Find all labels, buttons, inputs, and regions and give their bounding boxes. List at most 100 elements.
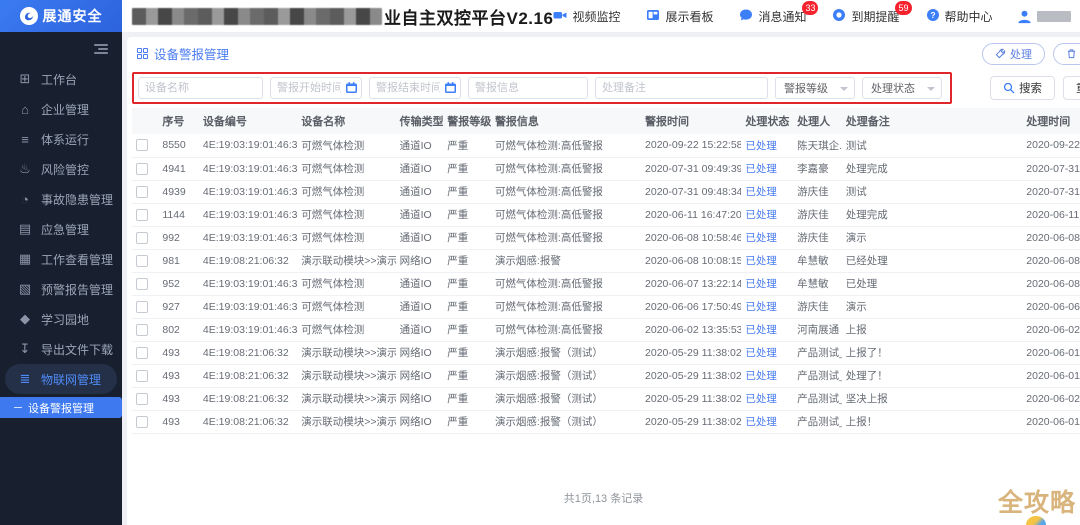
sidebar-item-study[interactable]: ◆ 学习园地 <box>0 304 122 334</box>
row-checkbox-cell <box>132 203 159 227</box>
cell-status[interactable]: 已处理 <box>741 364 794 388</box>
handle-status-select[interactable]: 处理状态 <box>862 77 942 99</box>
row-checkbox[interactable] <box>136 277 148 290</box>
table-row: 8550 4E:19:03:19:01:46:3 可燃气体检测 通道IO 严重 可燃气体检… <box>132 134 1080 158</box>
page-title: 设备警报管理 <box>154 48 230 62</box>
cell-alarm-time: 2020-06-08 10:58:46 <box>641 226 742 250</box>
alarm-info-input[interactable] <box>468 77 588 99</box>
row-checkbox[interactable] <box>136 139 148 152</box>
sidebar-item-risk-control[interactable]: ♨ 风险管控 <box>0 154 122 184</box>
cell-level: 严重 <box>443 387 491 411</box>
cell-status[interactable]: 已处理 <box>741 387 794 411</box>
sidebar-item-device-alarm-management[interactable]: 设备警报管理 <box>0 397 122 418</box>
cell-device-id: 4E:19:03:19:01:46:3 <box>198 203 298 227</box>
process-button[interactable]: 处理 <box>982 42 1045 65</box>
row-checkbox[interactable] <box>136 323 148 336</box>
sidebar-item-enterprise[interactable]: ⌂ 企业管理 <box>0 94 122 124</box>
reset-button[interactable]: 重置 <box>1063 76 1080 100</box>
nav-item-video-monitor[interactable]: 视频监控 <box>553 8 620 25</box>
row-checkbox[interactable] <box>136 185 148 198</box>
search-button[interactable]: 搜索 <box>990 76 1055 100</box>
row-checkbox[interactable] <box>136 392 148 405</box>
sidebar-item-warning-report[interactable]: ▧ 预警报告管理 <box>0 274 122 304</box>
nav-item-display-board[interactable]: 展示看板 <box>646 8 713 25</box>
handle-remark-input[interactable] <box>595 77 768 99</box>
sidebar-item-system-run[interactable]: ≡ 体系运行 <box>0 124 122 154</box>
cell-alarm-time: 2020-05-29 11:38:02 <box>641 364 742 388</box>
cell-handle-time: 2020-06-02 14:48:4 <box>1022 318 1080 342</box>
nav-item-reminder[interactable]: 到期提醒 59 <box>832 0 912 25</box>
table-row: 4934E:19:08:21:06:32演示联动模块>>演示...网络IO严重演… <box>132 410 1080 434</box>
table-header-row: 序号 设备编号 设备名称 传输类型 警报等级 警报信息 警报时间 处理状态 处理人 处理备注 处理时… <box>132 108 1080 134</box>
cell-status[interactable]: 已处理 <box>741 295 794 319</box>
nav-item-label: 到期提醒 <box>851 9 900 24</box>
cell-status[interactable]: 已处理 <box>741 249 794 273</box>
collapse-menu-icon[interactable] <box>94 44 108 54</box>
sidebar-item-download[interactable]: ↧ 导出文件下载 <box>0 334 122 364</box>
sidebar-item-iot[interactable]: ≣ 物联网管理 <box>5 364 117 394</box>
row-checkbox[interactable] <box>136 415 148 428</box>
row-checkbox[interactable] <box>136 254 148 267</box>
cell-status[interactable]: 已处理 <box>741 318 794 342</box>
row-checkbox[interactable] <box>136 231 148 244</box>
cell-status[interactable]: 已处理 <box>741 341 794 365</box>
cell-info: 演示烟感:报警（测试） <box>490 387 642 411</box>
notification-badge: 59 <box>895 0 912 15</box>
cell-status[interactable]: 已处理 <box>741 134 794 158</box>
row-checkbox-cell <box>132 134 159 158</box>
cell-alarm-time: 2020-09-22 15:22:58 <box>641 134 742 158</box>
cell-handler: 河南展通 <box>793 318 842 342</box>
card-actions: 处理 <box>982 42 1080 65</box>
row-checkbox[interactable] <box>136 369 148 382</box>
sidebar: ⊞ 工作台 ⌂ 企业管理 ≡ 体系运行 ♨ 风险管控 ◔ 事故隐患管理 ▤ 应急管理 ▦ 工作查看管理 ▧ 预… <box>0 32 122 525</box>
cell-device-name: 演示联动模块>>演示... <box>297 249 396 273</box>
sidebar-item-label: 事故隐患管理 <box>41 192 114 207</box>
cell-transfer: 通道IO <box>395 180 444 204</box>
sidebar-item-label: 工作台 <box>41 72 78 87</box>
alarm-start-time-field <box>270 77 362 99</box>
cell-status[interactable]: 已处理 <box>741 272 794 296</box>
cell-status[interactable]: 已处理 <box>741 226 794 250</box>
chevron-down-icon <box>927 87 935 91</box>
alarm-level-select[interactable]: 警报等级 <box>775 77 855 99</box>
cell-status[interactable]: 已处理 <box>741 410 794 434</box>
nav-item-message[interactable]: 消息通知 33 <box>739 0 819 25</box>
cell-status[interactable]: 已处理 <box>741 157 794 181</box>
row-checkbox[interactable] <box>136 208 148 221</box>
user-area[interactable] <box>1017 9 1080 24</box>
cell-handle-time: 2020-09-22 15:23:2 <box>1022 134 1080 158</box>
cell-remark: 处理完成 <box>841 203 1023 227</box>
censored-title-blocks <box>132 7 382 25</box>
cell-status[interactable]: 已处理 <box>741 180 794 204</box>
column-header: 序号 <box>158 108 199 134</box>
cell-remark: 已处理 <box>841 272 1023 296</box>
cell-device-name: 演示联动模块>>演示... <box>297 341 396 365</box>
cell-device-name: 可燃气体检测 <box>297 180 396 204</box>
app-root: 展通安全 业自主双控平台V2.16 视频监控 展示看板 消息通知 33 到期提醒 59? 帮… <box>0 0 1080 525</box>
sidebar-item-label: 企业管理 <box>41 102 90 117</box>
row-checkbox-cell <box>132 387 159 411</box>
pagination-summary: 共1页,13 条记录 <box>563 492 644 505</box>
app-logo[interactable]: 展通安全 <box>0 0 122 32</box>
cell-handler: 牟慧敏 <box>793 249 842 273</box>
logo-text: 展通安全 <box>42 8 103 24</box>
cell-handle-time: 2020-06-08 10:09:0 <box>1022 249 1080 273</box>
cell-status[interactable]: 已处理 <box>741 203 794 227</box>
cell-remark: 上报 <box>841 318 1023 342</box>
sidebar-item-workbench[interactable]: ⊞ 工作台 <box>0 64 122 94</box>
row-checkbox-cell <box>132 272 159 296</box>
sidebar-item-emergency[interactable]: ▤ 应急管理 <box>0 214 122 244</box>
row-checkbox[interactable] <box>136 346 148 359</box>
cell-info: 可燃气体检测:高低警报 <box>490 203 642 227</box>
delete-button[interactable] <box>1053 42 1080 65</box>
header-nav: 视频监控 展示看板 消息通知 33 到期提醒 59 ? 帮助中心 <box>553 0 998 25</box>
row-checkbox[interactable] <box>136 300 148 313</box>
select-all-header <box>132 108 159 134</box>
sidebar-item-accident[interactable]: ◔ 事故隐患管理 <box>0 184 122 214</box>
cell-handler: 游庆佳 <box>793 295 842 319</box>
nav-item-help[interactable]: ? 帮助中心 <box>926 8 993 25</box>
device-name-input[interactable] <box>138 77 263 99</box>
sidebar-item-work-view[interactable]: ▦ 工作查看管理 <box>0 244 122 274</box>
row-checkbox[interactable] <box>136 162 148 175</box>
cell-remark: 处理完成 <box>841 157 1023 181</box>
